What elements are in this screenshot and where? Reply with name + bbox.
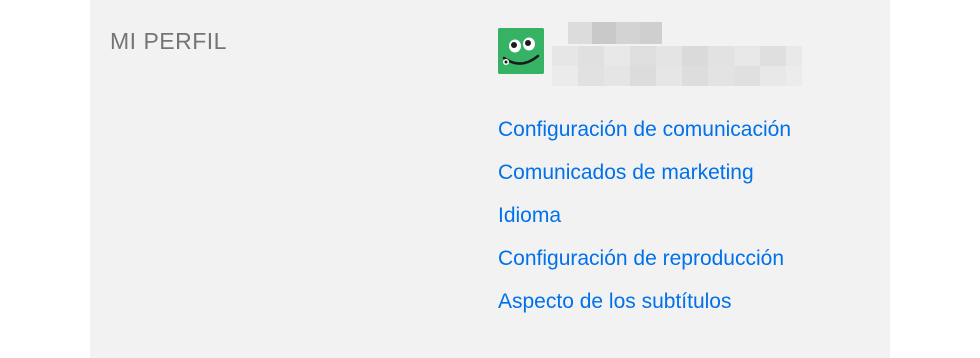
list-item: Idioma xyxy=(498,202,791,245)
link-marketing-communications[interactable]: Comunicados de marketing xyxy=(498,161,754,184)
section-title: MI PERFIL xyxy=(110,28,227,54)
link-communication-settings[interactable]: Configuración de comunicación xyxy=(498,118,791,141)
list-item: Configuración de reproducción xyxy=(498,245,791,288)
list-item: Configuración de comunicación xyxy=(498,116,791,159)
link-subtitle-appearance[interactable]: Aspecto de los subtítulos xyxy=(498,290,731,313)
profile-avatar-icon[interactable] xyxy=(498,28,544,74)
list-item: Aspecto de los subtítulos xyxy=(498,288,791,331)
profile-links-list: Configuración de comunicación Comunicado… xyxy=(498,116,791,331)
link-language[interactable]: Idioma xyxy=(498,204,561,227)
link-playback-settings[interactable]: Configuración de reproducción xyxy=(498,247,784,270)
profile-name-redacted xyxy=(568,22,662,44)
list-item: Comunicados de marketing xyxy=(498,159,791,202)
profile-panel: MI PERFIL Configuración de comunicación … xyxy=(90,0,890,358)
profile-email-redacted xyxy=(552,46,802,86)
